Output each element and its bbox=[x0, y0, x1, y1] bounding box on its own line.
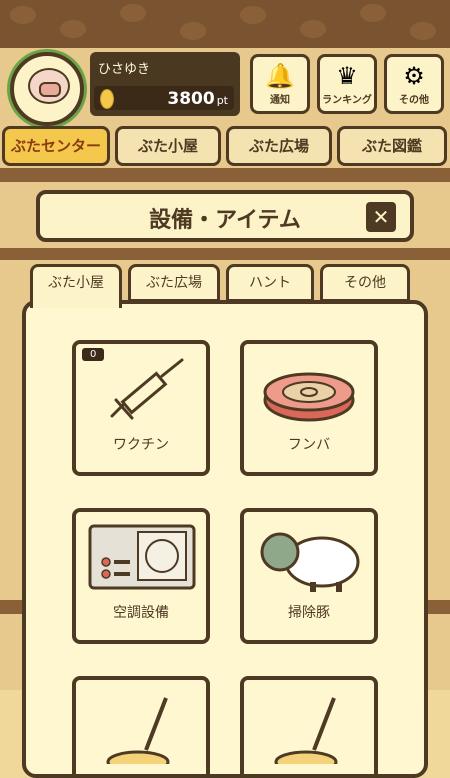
username: ひさゆき bbox=[98, 62, 151, 77]
points-value: 3800 bbox=[167, 89, 215, 109]
gear-icon: ⚙ bbox=[403, 62, 425, 90]
syringe-icon bbox=[110, 358, 184, 420]
air-conditioner-icon bbox=[88, 524, 196, 590]
bell-icon: 🔔 bbox=[265, 62, 295, 90]
tab-buta-zukan[interactable]: ぶた図鑑 bbox=[337, 126, 447, 166]
points-unit: pt bbox=[216, 94, 228, 107]
modal-header: 設備・アイテム ✕ bbox=[36, 190, 414, 242]
item-card-air-conditioner[interactable]: 空調設備 bbox=[72, 508, 210, 644]
background-pattern bbox=[0, 0, 450, 48]
notification-button[interactable]: 🔔 通知 bbox=[250, 54, 310, 114]
close-button[interactable]: ✕ bbox=[366, 202, 396, 232]
wooden-beam bbox=[0, 168, 450, 182]
pig-nose-icon bbox=[39, 82, 61, 97]
points-display: 3800 pt bbox=[94, 86, 234, 110]
subtab-other[interactable]: その他 bbox=[320, 264, 410, 302]
item-card[interactable] bbox=[72, 676, 210, 774]
tab-buta-koya[interactable]: ぶた小屋 bbox=[115, 126, 221, 166]
tab-buta-center[interactable]: ぶたセンター bbox=[2, 126, 110, 166]
item-label: 空調設備 bbox=[113, 605, 169, 621]
other-label: その他 bbox=[399, 95, 429, 106]
item-card-cleaning-pig[interactable]: 掃除豚 bbox=[240, 508, 378, 644]
shovel-icon bbox=[274, 697, 338, 764]
user-info-box: ひさゆき 3800 pt bbox=[90, 52, 240, 116]
item-label: フンバ bbox=[287, 437, 331, 453]
coin-icon bbox=[100, 89, 114, 109]
close-icon: ✕ bbox=[372, 205, 390, 229]
cleaning-pig-icon bbox=[260, 532, 360, 592]
crown-icon: ♛ bbox=[336, 62, 358, 90]
subtab-buta-hiroba[interactable]: ぶた広場 bbox=[128, 264, 220, 302]
item-panel: 0 ワクチン フンバ 空調設備 掃除豚 bbox=[22, 300, 428, 778]
subtab-hunt[interactable]: ハント bbox=[226, 264, 314, 302]
item-label: 掃除豚 bbox=[288, 605, 330, 621]
modal-title: 設備・アイテム bbox=[149, 208, 301, 233]
other-button[interactable]: ⚙ その他 bbox=[384, 54, 444, 114]
tab-buta-hiroba[interactable]: ぶた広場 bbox=[226, 126, 332, 166]
shovel-icon bbox=[106, 697, 170, 764]
avatar[interactable] bbox=[10, 52, 84, 126]
item-card-funba[interactable]: フンバ bbox=[240, 340, 378, 476]
item-label: ワクチン bbox=[113, 437, 169, 453]
ranking-label: ランキング bbox=[322, 95, 372, 106]
item-card-vaccine[interactable]: 0 ワクチン bbox=[72, 340, 210, 476]
item-card[interactable] bbox=[240, 676, 378, 774]
wooden-beam bbox=[0, 248, 450, 260]
dung-tray-icon bbox=[263, 372, 355, 422]
ranking-button[interactable]: ♛ ランキング bbox=[317, 54, 377, 114]
notification-label: 通知 bbox=[270, 95, 290, 106]
subtab-buta-koya[interactable]: ぶた小屋 bbox=[30, 264, 122, 308]
